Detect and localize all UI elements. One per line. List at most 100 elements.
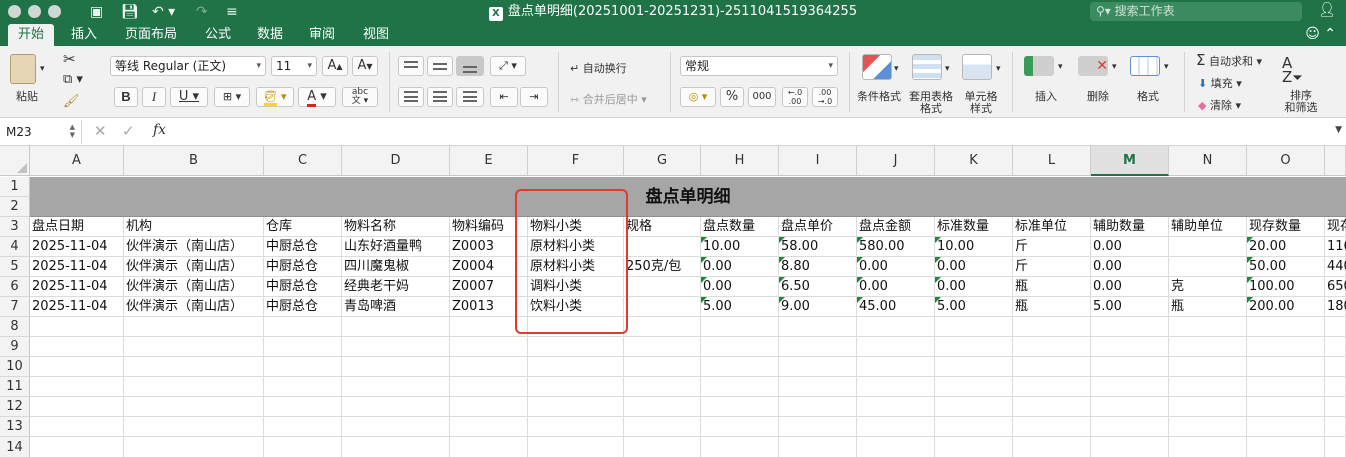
empty-cell[interactable] bbox=[30, 317, 124, 337]
data-cell[interactable]: 200.00 bbox=[1247, 297, 1325, 317]
empty-cell[interactable] bbox=[1325, 337, 1346, 357]
empty-cell[interactable] bbox=[701, 317, 779, 337]
row-header[interactable]: 5 bbox=[0, 257, 30, 277]
name-box[interactable]: M23 ▲ ▼ bbox=[0, 120, 82, 144]
column-header[interactable]: H bbox=[701, 146, 779, 176]
data-cell[interactable]: 0.00 bbox=[701, 257, 779, 277]
empty-cell[interactable] bbox=[779, 377, 857, 397]
empty-cell[interactable] bbox=[1091, 437, 1169, 457]
tab-data[interactable]: 数据 bbox=[248, 24, 292, 46]
empty-cell[interactable] bbox=[935, 377, 1013, 397]
column-title-cell[interactable]: 现存数量 bbox=[1247, 217, 1325, 237]
empty-cell[interactable] bbox=[1013, 377, 1091, 397]
data-cell[interactable]: 2025-11-04 bbox=[30, 257, 124, 277]
data-cell[interactable]: 58.00 bbox=[779, 237, 857, 257]
empty-cell[interactable] bbox=[264, 337, 342, 357]
tab-view[interactable]: 视图 bbox=[354, 24, 398, 46]
empty-cell[interactable] bbox=[124, 377, 264, 397]
format-as-table-button[interactable]: 套用表格 格式 bbox=[904, 91, 958, 115]
search-sheet-input[interactable]: ⚲▾ 搜索工作表 bbox=[1090, 2, 1302, 21]
tab-formulas[interactable]: 公式 bbox=[196, 24, 240, 46]
empty-cell[interactable] bbox=[1247, 377, 1325, 397]
empty-cell[interactable] bbox=[342, 317, 450, 337]
empty-cell[interactable] bbox=[1169, 317, 1247, 337]
row-header[interactable]: 11 bbox=[0, 377, 30, 397]
data-cell[interactable]: 20.00 bbox=[1247, 237, 1325, 257]
empty-cell[interactable] bbox=[30, 377, 124, 397]
empty-cell[interactable] bbox=[701, 437, 779, 457]
data-cell[interactable]: 0.00 bbox=[701, 277, 779, 297]
empty-cell[interactable] bbox=[624, 397, 701, 417]
data-cell[interactable] bbox=[624, 297, 701, 317]
comma-style-button[interactable]: 000 bbox=[748, 87, 776, 107]
empty-cell[interactable] bbox=[1325, 397, 1346, 417]
paste-button[interactable]: 粘贴 bbox=[10, 91, 44, 103]
column-header[interactable]: B bbox=[124, 146, 264, 176]
data-cell[interactable]: 250克/包 bbox=[624, 257, 701, 277]
data-cell[interactable]: 伙伴演示（南山店） bbox=[124, 277, 264, 297]
row-header[interactable]: 10 bbox=[0, 357, 30, 377]
cut-icon[interactable]: ✂ bbox=[63, 50, 76, 68]
empty-cell[interactable] bbox=[342, 437, 450, 457]
empty-cell[interactable] bbox=[30, 417, 124, 437]
clear-button[interactable]: ◆ 清除 ▾ bbox=[1198, 97, 1241, 113]
empty-cell[interactable] bbox=[528, 317, 624, 337]
data-cell[interactable]: 原材料小类 bbox=[528, 237, 624, 257]
empty-cell[interactable] bbox=[857, 357, 935, 377]
empty-cell[interactable] bbox=[857, 337, 935, 357]
data-cell[interactable]: 原材料小类 bbox=[528, 257, 624, 277]
empty-cell[interactable] bbox=[124, 437, 264, 457]
empty-cell[interactable] bbox=[1325, 317, 1346, 337]
data-cell[interactable]: 180 bbox=[1325, 297, 1346, 317]
empty-cell[interactable] bbox=[1169, 377, 1247, 397]
data-cell[interactable]: 10.00 bbox=[935, 237, 1013, 257]
empty-cell[interactable] bbox=[857, 397, 935, 417]
empty-cell[interactable] bbox=[1325, 377, 1346, 397]
data-cell[interactable]: 克 bbox=[1169, 277, 1247, 297]
empty-cell[interactable] bbox=[264, 397, 342, 417]
font-size-select[interactable]: 11 ▾ bbox=[271, 56, 317, 76]
empty-cell[interactable] bbox=[264, 357, 342, 377]
data-cell[interactable]: 中厨总仓 bbox=[264, 257, 342, 277]
data-cell[interactable]: 0.00 bbox=[935, 257, 1013, 277]
column-title-cell[interactable]: 盘点数量 bbox=[701, 217, 779, 237]
insert-function-icon[interactable]: fx bbox=[153, 122, 166, 138]
row-header[interactable]: 1 bbox=[0, 177, 30, 197]
column-title-cell[interactable]: 仓库 bbox=[264, 217, 342, 237]
data-cell[interactable]: 2025-11-04 bbox=[30, 277, 124, 297]
shrink-font-button[interactable]: A▼ bbox=[352, 56, 378, 76]
empty-cell[interactable] bbox=[450, 437, 528, 457]
column-header[interactable]: A bbox=[30, 146, 124, 176]
empty-cell[interactable] bbox=[1169, 437, 1247, 457]
data-cell[interactable]: 0.00 bbox=[1091, 277, 1169, 297]
font-color-button[interactable]: A ▾ bbox=[298, 87, 336, 107]
empty-cell[interactable] bbox=[124, 357, 264, 377]
data-cell[interactable]: 2025-11-04 bbox=[30, 237, 124, 257]
format-cells-button[interactable]: 格式 bbox=[1126, 91, 1170, 103]
data-cell[interactable]: Z0007 bbox=[450, 277, 528, 297]
autosum-button[interactable]: Σ 自动求和 ▾ bbox=[1196, 51, 1262, 69]
empty-cell[interactable] bbox=[701, 397, 779, 417]
underline-button[interactable]: U ▾ bbox=[170, 87, 208, 107]
empty-cell[interactable] bbox=[342, 357, 450, 377]
borders-button[interactable]: ⊞ ▾ bbox=[214, 87, 250, 107]
empty-cell[interactable] bbox=[779, 437, 857, 457]
column-header[interactable]: F bbox=[528, 146, 624, 176]
empty-cell[interactable] bbox=[1013, 317, 1091, 337]
data-cell[interactable]: 2025-11-04 bbox=[30, 297, 124, 317]
empty-cell[interactable] bbox=[1091, 417, 1169, 437]
empty-cell[interactable] bbox=[1169, 357, 1247, 377]
data-cell[interactable]: Z0013 bbox=[450, 297, 528, 317]
confirm-entry-icon[interactable]: ✓ bbox=[122, 122, 135, 140]
chevron-down-icon[interactable]: ▾ bbox=[945, 64, 950, 74]
empty-cell[interactable] bbox=[264, 317, 342, 337]
column-header[interactable]: L bbox=[1013, 146, 1091, 176]
data-cell[interactable]: 0.00 bbox=[1091, 237, 1169, 257]
empty-cell[interactable] bbox=[342, 397, 450, 417]
empty-cell[interactable] bbox=[1091, 377, 1169, 397]
format-cells-icon[interactable] bbox=[1130, 56, 1160, 76]
row-header[interactable]: 9 bbox=[0, 337, 30, 357]
data-cell[interactable]: 0.00 bbox=[857, 257, 935, 277]
empty-cell[interactable] bbox=[624, 357, 701, 377]
data-cell[interactable] bbox=[624, 237, 701, 257]
